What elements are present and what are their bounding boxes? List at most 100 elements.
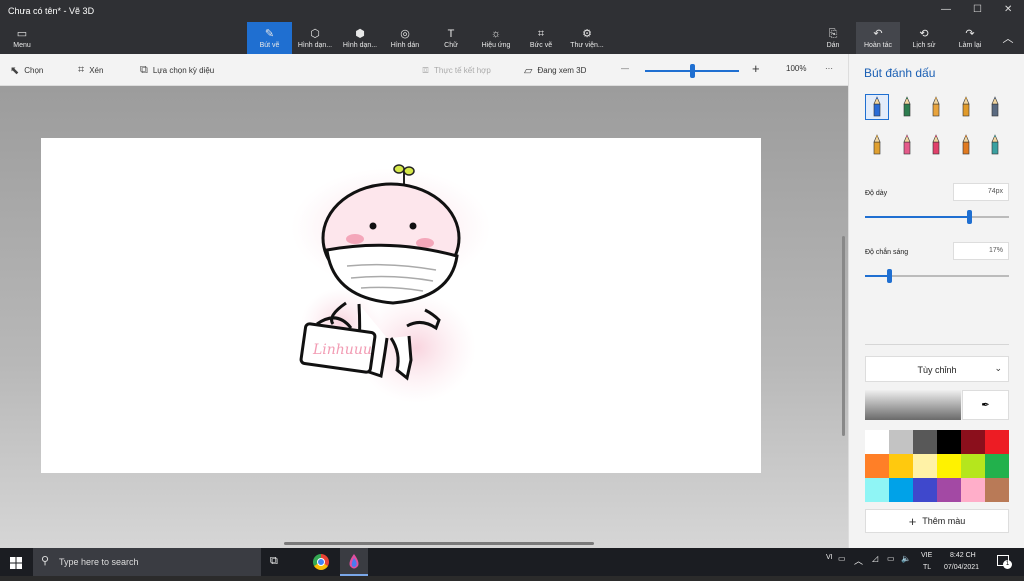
thickness-slider[interactable]	[865, 210, 1009, 224]
eraser-brush-button[interactable]	[895, 132, 919, 158]
watercolor-brush-button[interactable]	[954, 94, 978, 120]
zoom-percent[interactable]: 100%	[786, 64, 806, 73]
redo-button[interactable]: ↷ Làm lại	[950, 22, 990, 54]
color-swatch[interactable]	[865, 478, 889, 502]
color-swatch[interactable]	[913, 430, 937, 454]
add-color-label: Thêm màu	[922, 516, 966, 526]
magic-select-button[interactable]: ⧉ Lựa chọn kỳ diệu	[140, 64, 214, 77]
color-swatch[interactable]	[985, 478, 1009, 502]
chrome-icon[interactable]	[313, 554, 329, 570]
battery-icon[interactable]: ▭	[887, 554, 895, 563]
minimize-button[interactable]: —	[941, 4, 951, 15]
taskbar: ⚲ Type here to search ⧉ VI ▭ ︿ ◿ ▭ 🔈 VIE…	[0, 548, 1024, 576]
color-mode-label: Tùy chỉnh	[917, 365, 957, 375]
current-color-preview[interactable]	[865, 390, 961, 420]
pencil-brush-button[interactable]	[865, 132, 889, 158]
tab-brushes[interactable]: ✎ Bút vẽ	[247, 22, 292, 54]
menu-button[interactable]: ▭ Menu	[6, 22, 38, 54]
thickness-slider-thumb[interactable]	[966, 210, 972, 224]
tab-canvas[interactable]: ⌗ Bức vẽ	[520, 22, 562, 54]
mixed-reality-button[interactable]: ⧈ Thực tế kết hợp	[422, 64, 491, 77]
color-swatch[interactable]	[889, 478, 913, 502]
input-language[interactable]: VIE	[921, 552, 932, 559]
menu-label: Menu	[13, 41, 31, 49]
clock-time[interactable]: 8:42 CH	[950, 552, 976, 559]
thickness-input[interactable]: 74px	[953, 183, 1009, 201]
horizontal-scrollbar[interactable]	[284, 542, 594, 545]
marker-brush-button[interactable]	[865, 94, 889, 120]
color-swatch[interactable]	[865, 430, 889, 454]
calligraphy-pen-brush-button[interactable]	[895, 94, 919, 120]
opacity-slider[interactable]	[865, 269, 1009, 283]
color-mode-dropdown[interactable]: Tùy chỉnh ⌄	[865, 356, 1009, 382]
zoom-slider-thumb[interactable]	[690, 64, 695, 78]
eyedropper-button[interactable]: ✒	[962, 390, 1009, 420]
color-swatch[interactable]	[985, 454, 1009, 478]
paint-3d-taskbar-button[interactable]	[340, 548, 368, 576]
notification-icon[interactable]: 1	[997, 555, 1012, 569]
taskbar-search-box[interactable]: ⚲ Type here to search	[33, 548, 261, 576]
collapse-ribbon-button[interactable]: ︿	[998, 22, 1018, 54]
color-swatch[interactable]	[913, 454, 937, 478]
windows-start-icon[interactable]	[10, 556, 22, 569]
tab-3d-shapes[interactable]: ⬢ Hình dạn...	[338, 22, 382, 54]
more-options-button[interactable]: ···	[825, 64, 833, 73]
color-swatch[interactable]	[913, 478, 937, 502]
color-swatch[interactable]	[889, 430, 913, 454]
add-color-button[interactable]: + Thêm màu	[865, 509, 1009, 533]
pixel-pen-brush-button[interactable]	[983, 94, 1007, 120]
color-swatch[interactable]	[961, 430, 985, 454]
redo-icon: ↷	[965, 27, 975, 40]
opacity-input[interactable]: 17%	[953, 242, 1009, 260]
tab-label: Hình dán	[390, 41, 420, 49]
tab-label: Bút vẽ	[259, 41, 280, 49]
select-button[interactable]: ⬉ Chọn	[10, 64, 43, 77]
zoom-slider[interactable]	[645, 64, 739, 78]
cursor-icon: ⬉	[10, 65, 20, 77]
tray-keyboard-icon[interactable]: ▭	[838, 554, 846, 563]
drawing-canvas[interactable]: Linhuuu	[41, 138, 761, 473]
zoom-out-button[interactable]: —	[621, 64, 629, 73]
button-label: Dán	[826, 41, 840, 49]
zoom-in-button[interactable]: +	[752, 61, 760, 76]
tab-library[interactable]: ⚙ Thư viện...	[564, 22, 610, 54]
tab-effects[interactable]: ☼ Hiệu ứng	[474, 22, 518, 54]
crayon-icon	[932, 134, 940, 155]
tab-label: Hiệu ứng	[481, 41, 511, 49]
close-button[interactable]: ✕	[1004, 4, 1012, 15]
color-swatch[interactable]	[937, 478, 961, 502]
tray-lang-short[interactable]: VI	[826, 554, 833, 561]
color-swatch[interactable]	[937, 430, 961, 454]
task-view-icon[interactable]: ⧉	[270, 555, 278, 568]
network-icon[interactable]: ◿	[872, 554, 878, 563]
tab-label: Bức vẽ	[529, 41, 553, 49]
tray-chevron-up-icon[interactable]: ︿	[854, 554, 863, 567]
fill-brush-button[interactable]	[983, 132, 1007, 158]
tab-text[interactable]: T Chữ	[430, 22, 472, 54]
tab-2d-shapes[interactable]: ⬡ Hình dạn...	[293, 22, 337, 54]
paste-icon: ⎘	[828, 27, 838, 40]
view-3d-button[interactable]: ▱ Đang xem 3D	[524, 64, 586, 77]
oil-brush-brush-button[interactable]	[924, 94, 948, 120]
eyedropper-icon: ✒	[981, 399, 990, 411]
vertical-scrollbar[interactable]	[842, 236, 845, 436]
crayon-brush-button[interactable]	[924, 132, 948, 158]
crop-button[interactable]: ⌗ Xén	[78, 64, 103, 77]
volume-icon[interactable]: 🔈	[901, 554, 911, 563]
paint-3d-icon	[349, 554, 359, 569]
paste-button[interactable]: ⎘ Dán	[818, 22, 848, 54]
color-swatch[interactable]	[937, 454, 961, 478]
spray-can-brush-button[interactable]	[954, 132, 978, 158]
color-swatch[interactable]	[985, 430, 1009, 454]
clock-date[interactable]: 07/04/2021	[944, 564, 979, 571]
color-swatch[interactable]	[889, 454, 913, 478]
view-3d-icon: ▱	[524, 65, 533, 77]
tab-stickers[interactable]: ◎ Hình dán	[384, 22, 426, 54]
color-swatch[interactable]	[961, 454, 985, 478]
history-button[interactable]: ⟲ Lịch sử	[904, 22, 944, 54]
color-swatch[interactable]	[961, 478, 985, 502]
maximize-button[interactable]: ☐	[973, 4, 982, 15]
color-swatch[interactable]	[865, 454, 889, 478]
opacity-slider-thumb[interactable]	[887, 269, 893, 283]
undo-button[interactable]: ↶ Hoàn tác	[856, 22, 900, 54]
